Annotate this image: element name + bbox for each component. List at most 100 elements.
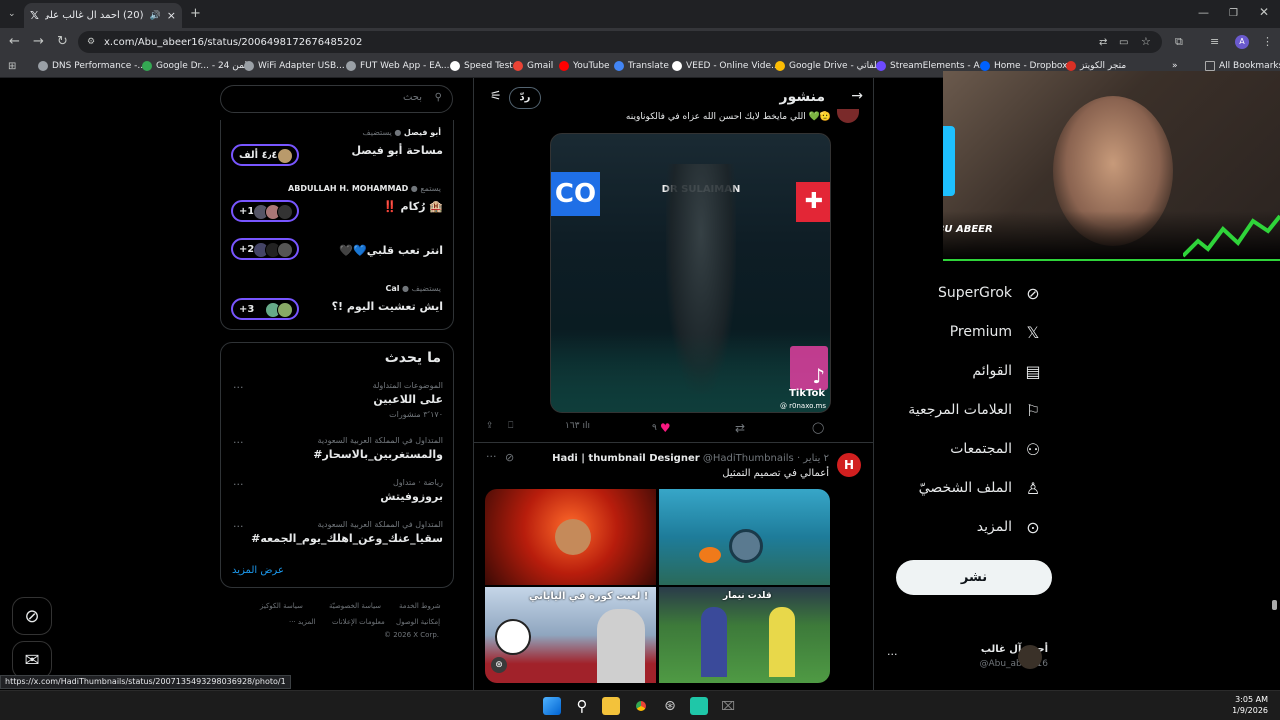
views-button[interactable]: ١٦٣ ılı [565,421,590,431]
trend-item[interactable]: الموضوعات المتداولة على اللاعبين ٣٬١٧٠ م… [221,381,455,425]
search-icon[interactable]: ⚲ [573,697,591,715]
start-icon[interactable] [543,697,561,715]
app-icon[interactable] [690,697,708,715]
bookmark-item[interactable]: Speed Test [450,61,513,71]
nav-communities[interactable]: المجتمعات ⚇ [950,440,1042,459]
new-tab-icon[interactable]: + [190,7,201,20]
minimize-icon[interactable]: — [1198,6,1209,19]
messages-float-button[interactable]: ✉ [12,641,52,679]
thumbnail-image[interactable] [485,489,656,585]
footer-link[interactable]: ··· المزيد [289,618,316,626]
space-listeners-pill[interactable]: +143 [231,200,299,222]
nav-lists[interactable]: القوائم ▤ [972,362,1042,381]
post-button[interactable]: نشر [896,560,1052,595]
url-input[interactable]: ⚙ x.com/Abu_abeer16/status/2006498172676… [78,31,1162,53]
footer-link[interactable]: معلومات الإعلانات [332,618,385,626]
bookmark-item[interactable]: WiFi Adapter USB... [244,61,345,71]
bookmark-item[interactable]: FUT Web App - EA... [346,61,449,71]
footer-link[interactable]: شروط الخدمة [399,602,441,610]
bookmark-item[interactable]: Translate [614,61,669,71]
bookmark-item[interactable]: Home - Dropbox [980,61,1067,71]
space-item[interactable]: 🖤💙انتر تعب قلبي +22 [221,238,455,278]
tab-close-icon[interactable]: × [167,9,176,22]
audio-icon[interactable]: 🔊 [150,11,161,21]
restore-icon[interactable]: ❐ [1229,7,1238,20]
like-button[interactable]: ٩ ♥ [652,421,671,435]
post-video[interactable]: CO DR SULAIMAN ✚ ♪ TikTok @ r0naxo.ms [550,133,831,413]
bookmark-item[interactable]: VEED - Online Vide... [672,61,780,71]
bookmark-item[interactable]: Google Dr... - 24 طمن [142,61,252,71]
space-listeners-pill[interactable]: ٤٫٤ ألف+ [231,144,299,166]
bookmark-star-icon[interactable]: ☆ [1141,35,1151,48]
bookmark-icon[interactable]: ⎕ [508,421,513,431]
apps-icon[interactable]: ⊞ [8,60,16,73]
more-icon[interactable]: ··· [233,478,244,491]
x-app-icon[interactable]: ⌧ [719,697,737,715]
footer-link[interactable]: سياسة الخصوصيّة [329,602,381,610]
repost-icon[interactable]: ⇄ [735,421,745,435]
hadi-avatar[interactable]: H [837,453,861,477]
footer-link[interactable]: سياسة الكوكيز [260,602,303,610]
thumbnail-image[interactable]: قلدت نيمار [659,587,830,683]
back-icon[interactable]: ← [9,35,20,48]
space-item[interactable]: Cal ● يستضيف ايش تعشيت اليوم !؟ +3 [221,280,455,328]
footer-link[interactable]: إمكانية الوصول [396,618,440,626]
show-more-link[interactable]: عرض المزيد [232,565,284,576]
cast-icon[interactable]: ▭ [1119,36,1128,49]
nav-supergrok[interactable]: SuperGrok ⊘ [938,284,1042,303]
nav-more[interactable]: المزيد ⊙ [977,518,1042,537]
file-explorer-icon[interactable] [602,697,620,715]
reload-icon[interactable]: ↻ [57,35,68,48]
site-info-icon[interactable]: ⚙ [87,36,95,49]
bookmark-item[interactable]: StreamElements - A... [876,61,988,71]
bookmark-item[interactable]: Google Drive - ملفاتي [775,61,882,71]
trend-item[interactable]: رياضة · متداول بروزوفيتش ··· [221,478,455,508]
nav-bookmarks[interactable]: العلامات المرجعية ⚐ [908,401,1042,420]
reply-button[interactable]: ردّ [509,87,541,109]
trend-item[interactable]: المتداول في المملكة العربية السعودية #وا… [221,436,455,466]
back-arrow-icon[interactable]: → [851,88,863,104]
more-icon[interactable]: ··· [233,520,244,533]
alt-icon[interactable]: ⊛ [491,657,507,673]
obs-icon[interactable]: ⊛ [661,697,679,715]
more-icon[interactable]: ··· [486,450,497,463]
grok-icon[interactable]: ⊘ [505,451,514,464]
search-input[interactable]: بحث ⚲ [220,85,453,113]
thumbnail-image[interactable] [659,489,830,585]
trend-item[interactable]: المتداول في المملكة العربية السعودية #سق… [221,520,455,550]
menu-icon[interactable]: ⋮ [1262,35,1273,48]
forward-icon[interactable]: → [33,35,44,48]
bookmark-item[interactable]: متجر الكويتز [1066,61,1126,71]
share-icon[interactable]: ⇪ [486,421,494,431]
more-icon[interactable]: ··· [233,381,244,394]
more-icon[interactable]: ··· [233,436,244,449]
nav-premium[interactable]: Premium 𝕏 [950,323,1042,342]
filter-icon[interactable]: ⚟ [490,89,502,104]
thumbnail-image[interactable]: لعبت كورة في الياباني ! ⊛ [485,587,656,683]
more-bookmarks-icon[interactable]: » [1172,61,1178,71]
clock[interactable]: 3:05 AM 1/9/2026 [1232,694,1268,716]
bookmark-item[interactable]: YouTube [559,61,610,71]
grok-float-button[interactable]: ⊘ [12,597,52,635]
translate-icon[interactable]: ⇄ [1099,36,1107,49]
account-avatar[interactable] [1018,645,1042,669]
reading-list-icon[interactable]: ≡ [1210,35,1219,48]
bookmark-item[interactable]: DNS Performance -... [38,61,146,71]
space-listeners-pill[interactable]: +22 [231,238,299,260]
nav-profile[interactable]: الملف الشخصيّ ♙ [919,479,1042,498]
more-icon[interactable]: ··· [887,648,898,661]
browser-tab[interactable]: 𝕏 (20) أحمد آل غالب على X: "ا... 🔊 × [24,3,182,28]
author-avatar[interactable] [837,109,859,123]
extensions-icon[interactable]: ⧉ [1175,35,1183,48]
chrome-icon[interactable] [632,697,650,715]
scrollbar[interactable] [1272,600,1277,610]
space-item[interactable]: أبو فيصل ● يستضيف مساحة أبو فيصل ٤٫٤ ألف… [221,122,455,170]
bookmark-item[interactable]: Gmail [513,61,553,71]
window-close-icon[interactable]: ✕ [1259,6,1269,19]
reply-author[interactable]: Hadi | thumbnail Designer @HadiThumbnail… [552,453,829,464]
all-bookmarks[interactable]: All Bookmarks [1205,61,1280,71]
space-item[interactable]: ABDULLAH H. MOHAMMAD ● يستمع ‼️ رُكام 🏨 … [221,178,455,226]
comment-icon[interactable]: ◯ [812,421,824,434]
profile-avatar[interactable]: A [1235,35,1249,49]
space-listeners-pill[interactable]: +3 [231,298,299,320]
